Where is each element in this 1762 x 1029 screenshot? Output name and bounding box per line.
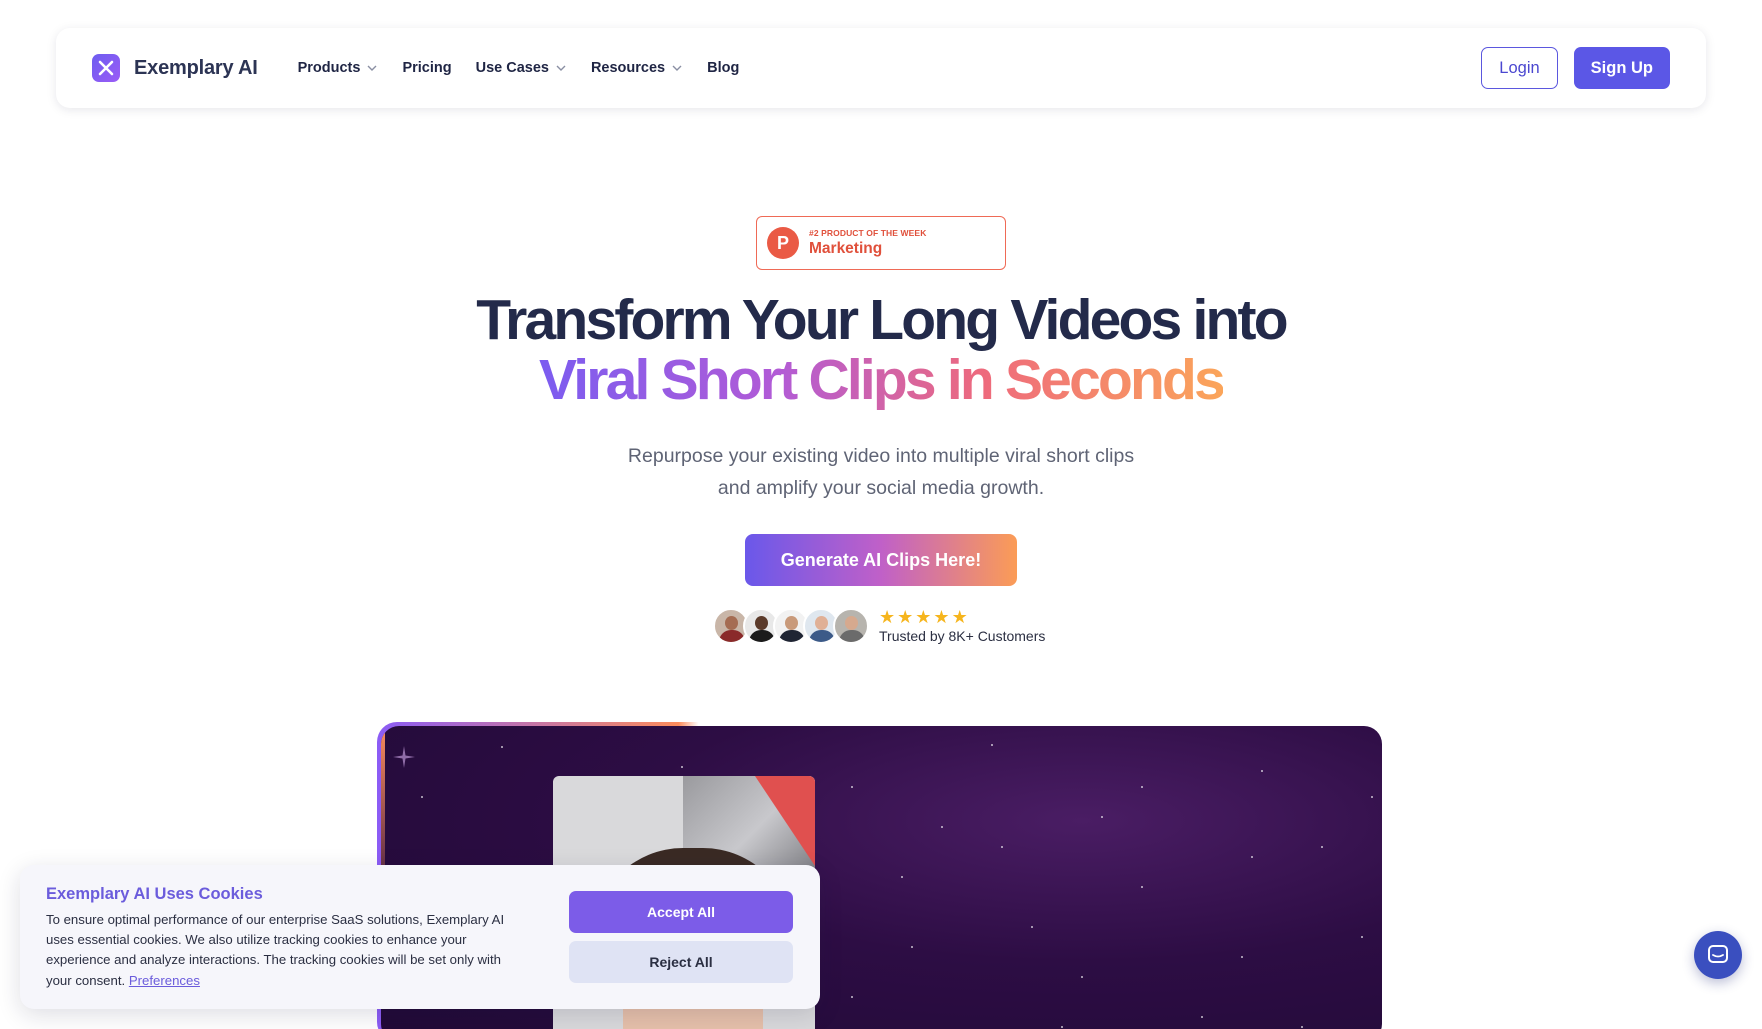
sparkle-icon xyxy=(393,746,415,768)
star-dot xyxy=(911,946,913,948)
star-dot xyxy=(1201,1016,1203,1018)
nav-item-label: Products xyxy=(297,60,361,76)
hero-title-line2: Viral Short Clips in Seconds xyxy=(539,348,1226,412)
product-hunt-icon: P xyxy=(767,227,799,259)
nav-item-resources[interactable]: Resources xyxy=(591,60,683,76)
badge-category-text: Marketing xyxy=(809,240,883,257)
star-icon: ★ xyxy=(951,607,968,627)
accept-cookies-button[interactable]: Accept All xyxy=(569,891,793,933)
nav-actions: Login Sign Up xyxy=(1481,47,1670,89)
star-dot xyxy=(1241,956,1243,958)
star-dot xyxy=(1031,926,1033,928)
star-dot xyxy=(1321,846,1323,848)
star-dot xyxy=(681,766,683,768)
star-dot xyxy=(851,996,853,998)
star-dot xyxy=(1061,1026,1063,1028)
brand-logo[interactable]: Exemplary AI xyxy=(92,54,258,82)
hero-subtitle-line1: Repurpose your existing video into multi… xyxy=(627,445,1135,467)
star-dot xyxy=(1251,856,1253,858)
star-dot xyxy=(501,746,503,748)
chat-button[interactable] xyxy=(1694,931,1742,979)
cookie-preferences-link[interactable]: Preferences xyxy=(129,973,200,988)
badge-text: #2 PRODUCT OF THE WEEK Marketing xyxy=(809,228,926,258)
chat-icon xyxy=(1708,945,1728,963)
cookie-body: To ensure optimal performance of our ent… xyxy=(46,910,528,991)
nav-item-label: Resources xyxy=(590,60,666,76)
star-dot xyxy=(1261,770,1263,772)
star-dot xyxy=(1361,936,1363,938)
star-dot xyxy=(1001,846,1003,848)
star-icon: ★ xyxy=(933,607,950,627)
star-dot xyxy=(851,786,853,788)
customer-avatars xyxy=(713,608,869,644)
star-dot xyxy=(1101,816,1103,818)
star-dot xyxy=(1371,796,1373,798)
hero-title-line1: Transform Your Long Videos into xyxy=(476,288,1288,352)
star-dot xyxy=(991,744,993,746)
nav-item-label: Pricing xyxy=(402,60,452,76)
star-dot xyxy=(1141,886,1143,888)
star-dot xyxy=(941,826,943,828)
navbar: Exemplary AI Products Pricing Use Cases … xyxy=(56,28,1706,108)
hero-subtitle-line2: and amplify your social media growth. xyxy=(717,477,1045,499)
hero-subtitle: Repurpose your existing video into multi… xyxy=(0,440,1762,504)
star-dot xyxy=(1141,786,1143,788)
nav-item-label: Use Cases xyxy=(475,60,549,76)
signup-button[interactable]: Sign Up xyxy=(1573,47,1670,89)
chevron-down-icon xyxy=(556,65,566,71)
nav-item-use-cases[interactable]: Use Cases xyxy=(476,60,567,76)
trust-row: ★ ★ ★ ★ ★ Trusted by 8K+ Customers xyxy=(713,608,1045,644)
cookie-body-text: To ensure optimal performance of our ent… xyxy=(46,912,505,988)
star-dot xyxy=(901,876,903,878)
nav-item-label: Blog xyxy=(707,60,740,76)
login-button[interactable]: Login xyxy=(1481,47,1558,89)
star-icon: ★ xyxy=(879,607,896,627)
chevron-down-icon xyxy=(672,65,682,71)
badge-rank-text: #2 PRODUCT OF THE WEEK xyxy=(809,228,927,238)
brand-name: Exemplary AI xyxy=(134,56,258,79)
star-dot xyxy=(421,796,423,798)
star-icon: ★ xyxy=(897,607,914,627)
avatar xyxy=(833,608,869,644)
chevron-down-icon xyxy=(367,65,377,71)
trust-label: Trusted by 8K+ Customers xyxy=(879,628,1046,644)
generate-clips-button[interactable]: Generate AI Clips Here! xyxy=(745,534,1017,586)
nav-item-pricing[interactable]: Pricing xyxy=(402,60,451,76)
x-logo-icon xyxy=(92,54,120,82)
nav-item-blog[interactable]: Blog xyxy=(707,60,739,76)
star-icon: ★ xyxy=(915,607,932,627)
product-hunt-badge[interactable]: P #2 PRODUCT OF THE WEEK Marketing xyxy=(756,216,1006,270)
star-dot xyxy=(1301,1026,1303,1028)
nav-links: Products Pricing Use Cases Resources Blo… xyxy=(298,60,740,76)
nav-item-products[interactable]: Products xyxy=(298,60,379,76)
star-dot xyxy=(1081,976,1083,978)
rating-stars: ★ ★ ★ ★ ★ xyxy=(879,608,1045,626)
reject-cookies-button[interactable]: Reject All xyxy=(569,941,793,983)
cookie-banner: Exemplary AI Uses Cookies To ensure opti… xyxy=(20,865,820,1009)
trust-text: ★ ★ ★ ★ ★ Trusted by 8K+ Customers xyxy=(879,608,1045,644)
hero-title: Transform Your Long Videos into Viral Sh… xyxy=(0,290,1762,410)
